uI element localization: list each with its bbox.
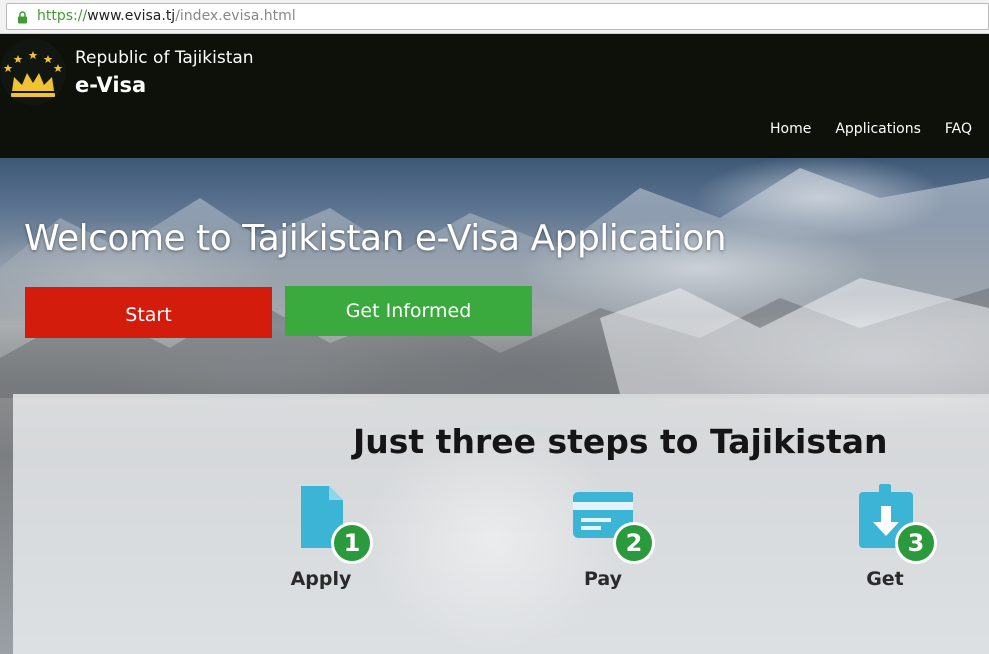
hero-title: Welcome to Tajikistan e-Visa Application <box>24 218 727 259</box>
lock-icon <box>18 11 27 24</box>
step-label-get: Get <box>866 568 904 590</box>
start-button[interactable]: Start <box>25 287 272 338</box>
step-number-badge: 1 <box>331 522 373 564</box>
nav-home[interactable]: Home <box>770 121 811 137</box>
step-pay[interactable]: 2 Pay <box>553 484 673 604</box>
site-header: Republic of Tajikistan e-Visa Home Appli… <box>0 35 989 158</box>
url-path: /index.evisa.html <box>175 8 296 24</box>
step-apply[interactable]: 1 Apply <box>271 484 391 604</box>
brand-subtitle: Republic of Tajikistan <box>75 48 254 68</box>
nav-applications[interactable]: Applications <box>835 121 921 137</box>
get-informed-button[interactable]: Get Informed <box>285 286 532 336</box>
steps-panel: Just three steps to Tajikistan 1 Apply 2… <box>13 394 989 654</box>
hero-banner: Welcome to Tajikistan e-Visa Application… <box>0 158 989 654</box>
url-host: www.evisa.tj <box>87 8 176 24</box>
step-get[interactable]: 3 Get <box>835 484 955 604</box>
url-field[interactable]: https://www.evisa.tj/index.evisa.html <box>6 3 989 30</box>
crown-emblem-icon[interactable] <box>0 39 66 105</box>
main-nav: Home Applications FAQ <box>746 121 972 137</box>
url-scheme: https:// <box>37 8 88 24</box>
brand-title[interactable]: e-Visa <box>75 73 146 97</box>
nav-faq[interactable]: FAQ <box>945 121 972 137</box>
browser-address-bar: https://www.evisa.tj/index.evisa.html <box>0 0 989 34</box>
steps-title: Just three steps to Tajikistan <box>353 422 888 461</box>
step-label-pay: Pay <box>583 568 623 590</box>
step-label-apply: Apply <box>290 568 352 590</box>
step-number-badge: 3 <box>895 522 937 564</box>
url-text: https://www.evisa.tj/index.evisa.html <box>37 8 296 24</box>
step-number-badge: 2 <box>613 522 655 564</box>
